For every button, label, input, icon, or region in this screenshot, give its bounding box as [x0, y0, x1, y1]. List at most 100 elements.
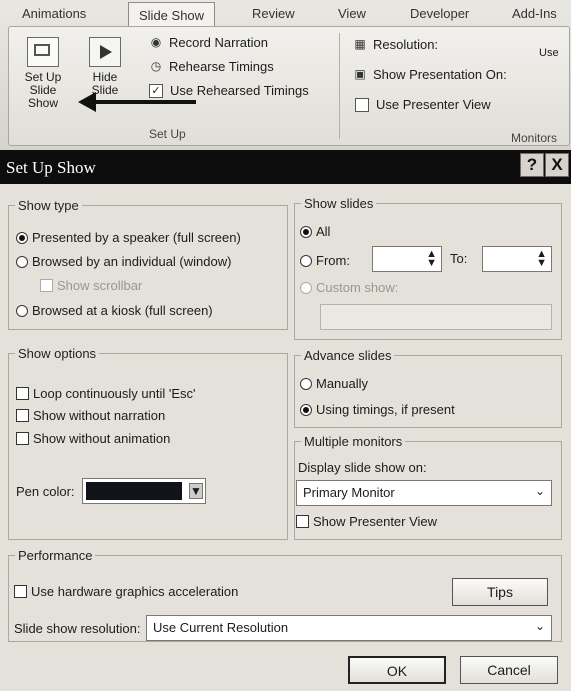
browsed-by-individual-label: Browsed by an individual (window) [32, 254, 232, 269]
group-label-set-up: Set Up [149, 127, 186, 141]
set-up-show-dialog: Set Up Show ? X Show type Presented by a… [0, 150, 571, 691]
set-up-slide-show-button[interactable]: Set Up Slide Show [13, 37, 73, 110]
use-presenter-view-checkbox[interactable]: Use Presenter View [355, 97, 491, 112]
pen-color-picker[interactable]: ▼ [82, 478, 206, 504]
custom-show-label: Custom show: [316, 280, 399, 295]
without-animation-label: Show without animation [33, 431, 171, 446]
resolution-value: Use [539, 47, 559, 59]
ribbon-tabs: Animations Slide Show Review View Develo… [0, 0, 571, 26]
pen-color-swatch [86, 482, 182, 500]
show-scrollbar-label: Show scrollbar [57, 278, 143, 293]
monitor-value: Primary Monitor [303, 485, 395, 500]
radio-selected-icon [300, 225, 312, 238]
loop-continuously-label: Loop continuously until 'Esc' [33, 386, 196, 401]
show-scrollbar-checkbox[interactable]: Show scrollbar [40, 278, 142, 293]
manually-label: Manually [316, 376, 369, 391]
monitor-dropdown[interactable]: Primary Monitor ⌄ [296, 480, 552, 506]
tab-slide-show[interactable]: Slide Show [128, 2, 216, 26]
custom-show-dropdown[interactable] [320, 304, 552, 330]
show-slides-legend: Show slides [304, 196, 374, 211]
rehearse-timings-button[interactable]: ◷ Rehearse Timings [149, 59, 274, 74]
chevron-down-icon[interactable]: ⌄ [535, 619, 545, 633]
radio-icon [300, 377, 312, 390]
tab-view[interactable]: View [338, 6, 366, 21]
multiple-monitors-legend: Multiple monitors [304, 434, 403, 449]
cancel-button[interactable]: Cancel [460, 656, 558, 684]
show-type-legend: Show type [18, 198, 79, 213]
pen-color-label: Pen color: [16, 484, 75, 499]
resolution-dropdown-value: Use Current Resolution [153, 620, 289, 635]
show-presenter-view-label: Show Presenter View [313, 514, 438, 529]
ok-button[interactable]: OK [348, 656, 446, 684]
from-label: From: [316, 253, 350, 268]
hide-slide-icon [89, 37, 121, 67]
resolution-control[interactable]: ▦ Resolution: [353, 37, 438, 52]
show-presentation-on-control[interactable]: ▣ Show Presentation On: [353, 67, 507, 82]
help-button[interactable]: ? [520, 153, 544, 177]
custom-show-radio[interactable]: Custom show: [300, 280, 398, 295]
spinner-arrows-icon[interactable]: ▲ ▼ [536, 249, 547, 269]
without-narration-checkbox[interactable]: Show without narration [16, 408, 165, 423]
presented-by-speaker-radio[interactable]: Presented by a speaker (full screen) [16, 230, 241, 245]
without-narration-label: Show without narration [33, 408, 166, 423]
show-options-legend: Show options [18, 346, 97, 361]
dialog-titlebar: Set Up Show ? X [0, 150, 571, 184]
ribbon: Animations Slide Show Review View Develo… [0, 0, 571, 151]
tab-review[interactable]: Review [252, 6, 295, 21]
slide-show-resolution-label: Slide show resolution: [14, 621, 141, 636]
pointer-arrow-icon [78, 92, 196, 112]
all-slides-radio[interactable]: All [300, 224, 330, 239]
from-spinner[interactable]: ▲ ▼ [372, 246, 442, 272]
browsed-at-kiosk-radio[interactable]: Browsed at a kiosk (full screen) [16, 303, 213, 318]
display-slide-show-on-label: Display slide show on: [298, 460, 427, 475]
resolution-icon: ▦ [354, 37, 366, 51]
all-slides-label: All [316, 224, 331, 239]
tab-developer[interactable]: Developer [410, 6, 469, 21]
close-button[interactable]: X [545, 153, 569, 177]
tab-animations[interactable]: Animations [22, 6, 86, 21]
resolution-dropdown[interactable]: Use Current Resolution ⌄ [146, 615, 552, 641]
hardware-acceleration-checkbox[interactable]: Use hardware graphics acceleration [14, 584, 238, 599]
group-label-monitors: Monitors [511, 131, 558, 145]
performance-legend: Performance [18, 548, 93, 563]
loop-continuously-checkbox[interactable]: Loop continuously until 'Esc' [16, 386, 196, 401]
clock-icon: ◷ [150, 59, 162, 73]
radio-selected-icon [16, 231, 28, 244]
using-timings-radio[interactable]: Using timings, if present [300, 402, 455, 417]
rehearse-timings-label: Rehearse Timings [169, 59, 274, 74]
manually-radio[interactable]: Manually [300, 376, 368, 391]
checkbox-box [16, 387, 29, 400]
tab-add-ins[interactable]: Add-Ins [512, 6, 557, 21]
show-presenter-view-checkbox[interactable]: Show Presenter View [296, 514, 437, 529]
radio-icon [300, 281, 312, 294]
spinner-arrows-icon[interactable]: ▲ ▼ [426, 249, 437, 269]
show-presentation-on-label: Show Presentation On: [373, 67, 507, 82]
chevron-down-icon[interactable]: ⌄ [535, 484, 545, 498]
without-animation-checkbox[interactable]: Show without animation [16, 431, 170, 446]
use-presenter-view-label: Use Presenter View [376, 97, 491, 112]
resolution-label: Resolution: [373, 37, 439, 52]
dropdown-arrow-icon[interactable]: ▼ [189, 483, 203, 499]
radio-selected-icon [300, 403, 312, 416]
hardware-acceleration-label: Use hardware graphics acceleration [31, 584, 239, 599]
checkbox-box [16, 409, 29, 422]
microphone-icon: ◉ [150, 35, 162, 49]
checkbox-box [14, 585, 27, 598]
dialog-title: Set Up Show [6, 158, 96, 177]
to-spinner[interactable]: ▲ ▼ [482, 246, 552, 272]
from-radio[interactable]: From: [300, 253, 350, 268]
browsed-at-kiosk-label: Browsed at a kiosk (full screen) [32, 303, 213, 318]
presented-by-speaker-label: Presented by a speaker (full screen) [32, 230, 241, 245]
tips-button[interactable]: Tips [452, 578, 548, 606]
radio-icon [300, 254, 312, 267]
hide-slide-button[interactable]: Hide Slide [83, 37, 127, 97]
set-up-slide-show-label: Set Up Slide Show [24, 70, 62, 110]
radio-icon [16, 255, 28, 268]
radio-icon [16, 304, 28, 317]
to-label: To: [450, 251, 468, 266]
checkbox-box [296, 515, 309, 528]
ribbon-body: Set Up Slide Show Hide Slide ◉ Record Na… [8, 26, 570, 146]
browsed-by-individual-radio[interactable]: Browsed by an individual (window) [16, 254, 231, 269]
checkbox-box [40, 279, 53, 292]
record-narration-button[interactable]: ◉ Record Narration [149, 35, 268, 50]
